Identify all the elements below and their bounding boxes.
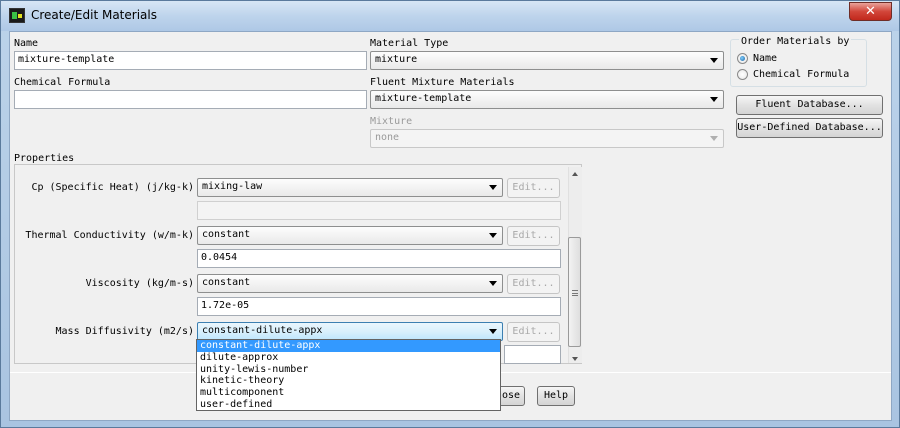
fluent-mixture-value: mixture-template [375, 93, 472, 104]
viscosity-label: Viscosity (kg/m-s) [85, 278, 194, 289]
user-defined-database-button[interactable]: User-Defined Database... [736, 118, 883, 138]
mixture-combo: none [370, 129, 724, 148]
name-label: Name [14, 38, 39, 49]
material-type-label: Material Type [370, 38, 449, 49]
viscosity-edit-button[interactable]: Edit... [507, 274, 560, 294]
chevron-down-icon [489, 281, 497, 286]
thermal-conductivity-method-value: constant [202, 229, 251, 240]
viscosity-method-value: constant [202, 277, 251, 288]
order-materials-group: Order Materials by Name Chemical Formula [730, 36, 867, 87]
order-by-name-radio[interactable] [737, 53, 748, 64]
fluent-mixture-label: Fluent Mixture Materials [370, 77, 515, 88]
cp-label: Cp (Specific Heat) (j/kg-k) [31, 182, 194, 193]
order-by-formula-radio[interactable] [737, 69, 748, 80]
mass-diffusivity-value-field[interactable] [504, 345, 561, 364]
help-button[interactable]: Help [537, 386, 575, 406]
dropdown-option[interactable]: unity-lewis-number [197, 364, 500, 376]
chevron-down-icon [710, 136, 718, 141]
fluent-mixture-combo[interactable]: mixture-template [370, 90, 724, 109]
mass-diffusivity-edit-button[interactable]: Edit... [507, 322, 560, 342]
chevron-down-icon [489, 329, 497, 334]
fluent-database-button[interactable]: Fluent Database... [736, 95, 883, 115]
chevron-down-icon [710, 97, 718, 102]
scroll-up-arrow-icon[interactable] [572, 172, 578, 176]
thermal-conductivity-value-field[interactable]: 0.0454 [197, 249, 561, 268]
mass-diffusivity-dropdown-list: constant-dilute-appx dilute-approx unity… [196, 339, 501, 411]
cp-method-combo[interactable]: mixing-law [197, 178, 503, 197]
scroll-down-arrow-icon[interactable] [572, 357, 578, 361]
thermal-conductivity-label: Thermal Conductivity (w/m-k) [25, 230, 194, 241]
material-type-value: mixture [375, 54, 418, 65]
window-title: Create/Edit Materials [31, 8, 157, 22]
name-field[interactable]: mixture-template [14, 51, 367, 70]
mixture-label: Mixture [370, 116, 413, 127]
chemical-formula-label: Chemical Formula [14, 77, 111, 88]
dropdown-option[interactable]: multicomponent [197, 387, 500, 399]
chevron-down-icon [489, 233, 497, 238]
thermal-conductivity-method-combo[interactable]: constant [197, 226, 503, 245]
properties-label: Properties [14, 153, 75, 164]
chevron-down-icon [489, 185, 497, 190]
mass-diffusivity-method-value: constant-dilute-appx [202, 325, 323, 336]
cp-value-field [197, 201, 561, 220]
dropdown-option[interactable]: kinetic-theory [197, 375, 500, 387]
viscosity-method-combo[interactable]: constant [197, 274, 503, 293]
chevron-down-icon [710, 58, 718, 63]
thermal-conductivity-edit-button[interactable]: Edit... [507, 226, 560, 246]
dropdown-option[interactable]: constant-dilute-appx [197, 340, 500, 352]
viscosity-value-field[interactable]: 1.72e-05 [197, 297, 561, 316]
dropdown-option[interactable]: user-defined [197, 399, 500, 411]
material-type-combo[interactable]: mixture [370, 51, 724, 70]
cp-method-value: mixing-law [202, 181, 263, 192]
title-bar[interactable]: Create/Edit Materials ✕ [1, 1, 899, 31]
scrollbar-grip-icon [572, 290, 578, 296]
order-by-formula-label: Chemical Formula [753, 69, 850, 80]
create-edit-materials-window: Create/Edit Materials ✕ Name mixture-tem… [0, 0, 900, 428]
order-by-name-label: Name [753, 53, 778, 64]
close-window-button[interactable]: ✕ [849, 2, 892, 21]
mass-diffusivity-label: Mass Diffusivity (m2/s) [55, 326, 194, 337]
cp-edit-button[interactable]: Edit... [507, 178, 560, 198]
mixture-value: none [375, 132, 400, 143]
chemical-formula-field[interactable] [14, 90, 367, 109]
order-materials-title: Order Materials by [739, 36, 852, 47]
fluent-app-icon [9, 8, 25, 23]
dropdown-option[interactable]: dilute-approx [197, 352, 500, 364]
